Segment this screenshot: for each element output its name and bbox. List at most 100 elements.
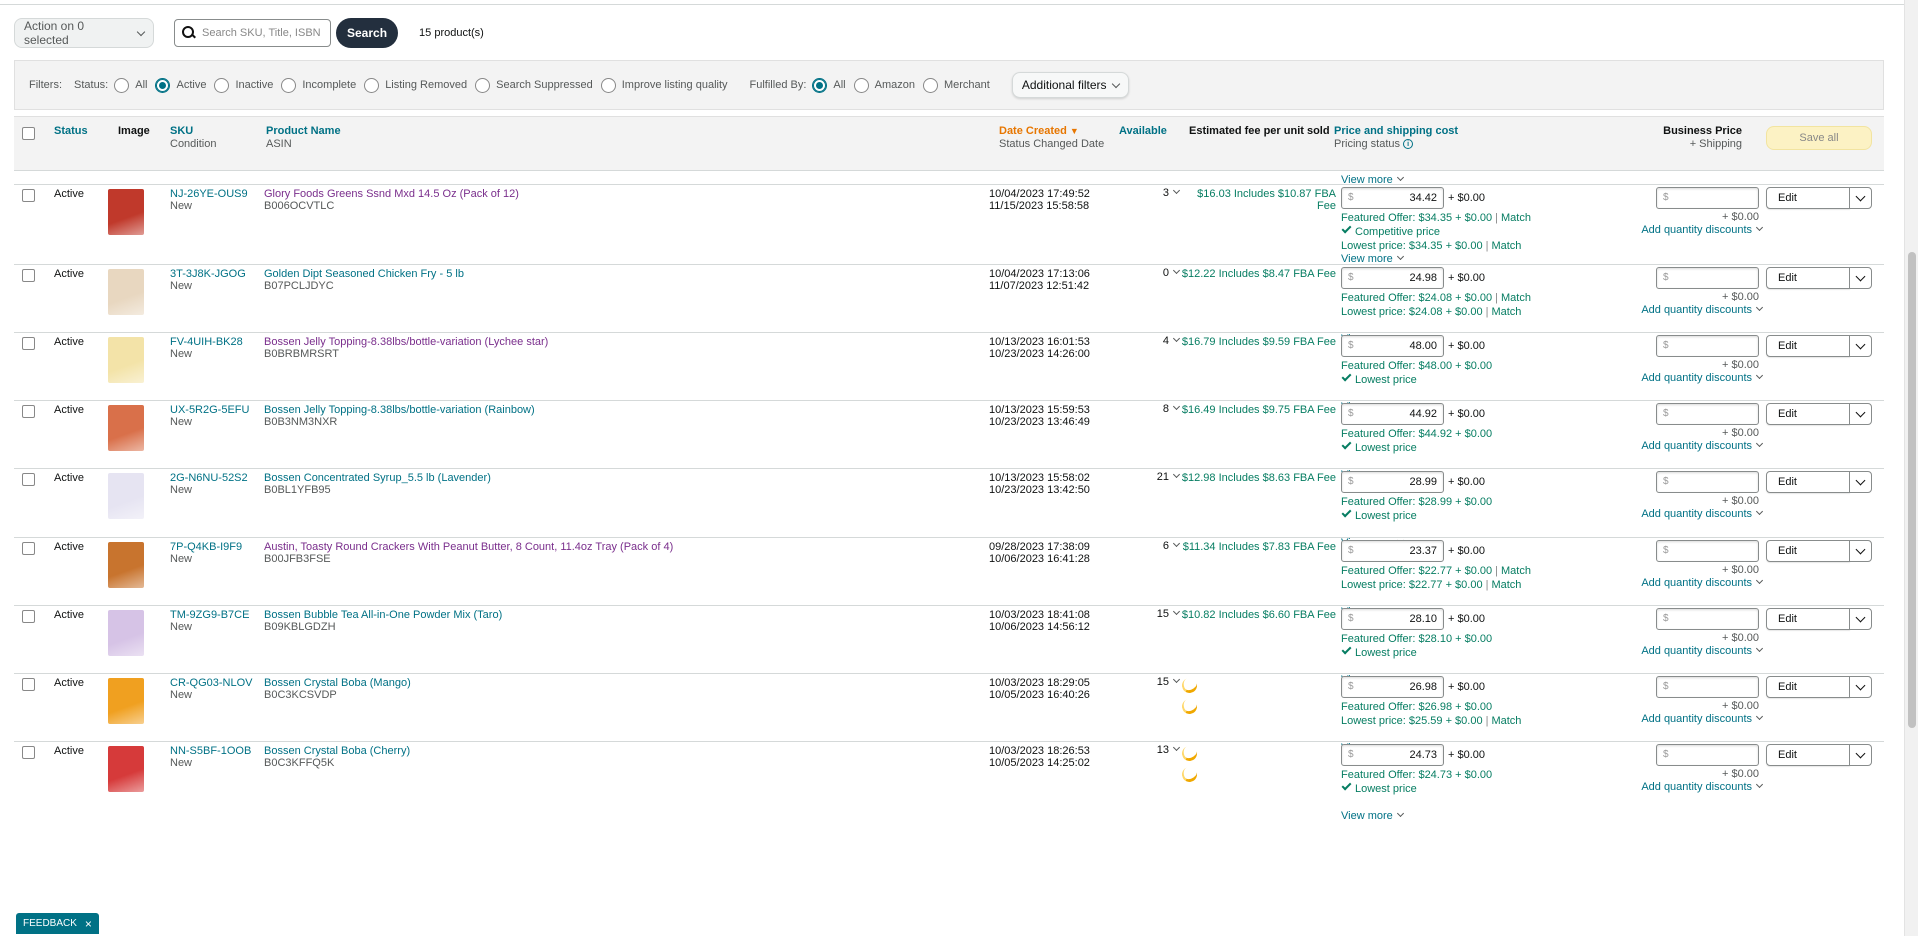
- additional-filters-button[interactable]: Additional filters: [1011, 72, 1129, 98]
- business-price-input[interactable]: $: [1656, 187, 1759, 209]
- edit-dropdown-button[interactable]: [1849, 335, 1872, 357]
- add-quantity-discounts-link[interactable]: Add quantity discounts: [1614, 644, 1764, 657]
- match-featured-link[interactable]: Match: [1501, 565, 1531, 577]
- product-name-link[interactable]: Bossen Jelly Topping-8.38lbs/bottle-vari…: [264, 404, 984, 416]
- edit-button[interactable]: Edit: [1766, 540, 1850, 562]
- status-radio-search-suppressed[interactable]: Search Suppressed: [475, 77, 593, 93]
- fulfilled-radio-amazon[interactable]: Amazon: [853, 77, 915, 93]
- sku-link[interactable]: NN-S5BF-1OOB: [170, 745, 251, 757]
- row-checkbox[interactable]: [22, 746, 35, 759]
- close-icon[interactable]: ×: [85, 917, 92, 931]
- col-product-name[interactable]: Product Name: [266, 125, 341, 138]
- edit-button[interactable]: Edit: [1766, 335, 1850, 357]
- product-name-link[interactable]: Bossen Crystal Boba (Cherry): [264, 745, 984, 757]
- product-name-link[interactable]: Bossen Crystal Boba (Mango): [264, 677, 984, 689]
- business-price-input[interactable]: $: [1656, 676, 1759, 698]
- feedback-tab[interactable]: FEEDBACK ×: [16, 913, 99, 934]
- save-all-button[interactable]: Save all: [1766, 126, 1872, 150]
- view-more-link[interactable]: View more: [1341, 809, 1404, 822]
- price-input[interactable]: $28.10: [1341, 608, 1444, 630]
- available-quantity[interactable]: 6: [1139, 539, 1181, 552]
- col-available[interactable]: Available: [1119, 125, 1167, 137]
- business-price-input[interactable]: $: [1656, 471, 1759, 493]
- product-image[interactable]: [108, 405, 144, 451]
- bulk-action-select[interactable]: Action on 0 selected: [14, 18, 154, 48]
- sku-link[interactable]: 3T-3J8K-JGOG: [170, 268, 246, 280]
- product-name-link[interactable]: Bossen Bubble Tea All-in-One Powder Mix …: [264, 609, 984, 621]
- edit-dropdown-button[interactable]: [1849, 608, 1872, 630]
- info-icon[interactable]: i: [1403, 139, 1414, 150]
- status-radio-listing-removed[interactable]: Listing Removed: [364, 77, 467, 93]
- edit-button[interactable]: Edit: [1766, 187, 1850, 209]
- sku-link[interactable]: CR-QG03-NLOV: [170, 677, 253, 689]
- add-quantity-discounts-link[interactable]: Add quantity discounts: [1614, 576, 1764, 589]
- business-price-input[interactable]: $: [1656, 540, 1759, 562]
- edit-button[interactable]: Edit: [1766, 676, 1850, 698]
- available-quantity[interactable]: 8: [1139, 402, 1181, 415]
- match-featured-link[interactable]: Match: [1501, 212, 1531, 224]
- edit-dropdown-button[interactable]: [1849, 403, 1872, 425]
- business-price-input[interactable]: $: [1656, 267, 1759, 289]
- add-quantity-discounts-link[interactable]: Add quantity discounts: [1614, 371, 1764, 384]
- add-quantity-discounts-link[interactable]: Add quantity discounts: [1614, 507, 1764, 520]
- sku-link[interactable]: NJ-26YE-OUS9: [170, 188, 248, 200]
- price-input[interactable]: $24.73: [1341, 744, 1444, 766]
- edit-dropdown-button[interactable]: [1849, 187, 1872, 209]
- row-checkbox[interactable]: [22, 269, 35, 282]
- edit-button[interactable]: Edit: [1766, 744, 1850, 766]
- product-name-link[interactable]: Bossen Concentrated Syrup_5.5 lb (Lavend…: [264, 472, 984, 484]
- row-checkbox[interactable]: [22, 678, 35, 691]
- col-status[interactable]: Status: [54, 125, 88, 137]
- product-image[interactable]: [108, 337, 144, 383]
- price-input[interactable]: $34.42: [1341, 187, 1444, 209]
- match-lowest-link[interactable]: Match: [1491, 579, 1521, 591]
- business-price-input[interactable]: $: [1656, 608, 1759, 630]
- scrollbar-thumb[interactable]: [1908, 252, 1916, 728]
- match-lowest-link[interactable]: Match: [1491, 306, 1521, 318]
- sku-link[interactable]: 2G-N6NU-52S2: [170, 472, 248, 484]
- fulfilled-radio-all[interactable]: All: [812, 77, 846, 93]
- fulfilled-radio-merchant[interactable]: Merchant: [922, 77, 990, 93]
- edit-button[interactable]: Edit: [1766, 608, 1850, 630]
- business-price-input[interactable]: $: [1656, 744, 1759, 766]
- available-quantity[interactable]: 21: [1139, 470, 1181, 483]
- match-featured-link[interactable]: Match: [1501, 292, 1531, 304]
- product-image[interactable]: [108, 678, 144, 724]
- status-radio-inactive[interactable]: Inactive: [214, 77, 273, 93]
- col-sku[interactable]: SKU: [170, 125, 216, 138]
- product-image[interactable]: [108, 610, 144, 656]
- available-quantity[interactable]: 0: [1139, 266, 1181, 279]
- product-image[interactable]: [108, 473, 144, 519]
- edit-dropdown-button[interactable]: [1849, 267, 1872, 289]
- sku-link[interactable]: 7P-Q4KB-I9F9: [170, 541, 242, 553]
- status-radio-active[interactable]: Active: [155, 77, 206, 93]
- product-name-link[interactable]: Bossen Jelly Topping-8.38lbs/bottle-vari…: [264, 336, 984, 348]
- edit-button[interactable]: Edit: [1766, 471, 1850, 493]
- available-quantity[interactable]: 3: [1139, 186, 1181, 199]
- product-name-link[interactable]: Austin, Toasty Round Crackers With Peanu…: [264, 541, 984, 553]
- available-quantity[interactable]: 4: [1139, 334, 1181, 347]
- product-image[interactable]: [108, 189, 144, 235]
- col-date-created[interactable]: Date Created: [999, 125, 1067, 137]
- search-input[interactable]: Search SKU, Title, ISBN: [174, 19, 331, 47]
- product-image[interactable]: [108, 542, 144, 588]
- available-quantity[interactable]: 15: [1139, 607, 1181, 620]
- sku-link[interactable]: UX-5R2G-5EFU: [170, 404, 249, 416]
- price-input[interactable]: $28.99: [1341, 471, 1444, 493]
- business-price-input[interactable]: $: [1656, 335, 1759, 357]
- add-quantity-discounts-link[interactable]: Add quantity discounts: [1614, 780, 1764, 793]
- vertical-scrollbar[interactable]: [1904, 0, 1918, 936]
- price-input[interactable]: $23.37: [1341, 540, 1444, 562]
- edit-button[interactable]: Edit: [1766, 403, 1850, 425]
- edit-dropdown-button[interactable]: [1849, 540, 1872, 562]
- row-checkbox[interactable]: [22, 337, 35, 350]
- edit-dropdown-button[interactable]: [1849, 676, 1872, 698]
- available-quantity[interactable]: 13: [1139, 743, 1181, 756]
- status-radio-all[interactable]: All: [114, 77, 147, 93]
- status-radio-improve-listing-quality[interactable]: Improve listing quality: [600, 77, 728, 93]
- add-quantity-discounts-link[interactable]: Add quantity discounts: [1614, 712, 1764, 725]
- row-checkbox[interactable]: [22, 405, 35, 418]
- add-quantity-discounts-link[interactable]: Add quantity discounts: [1614, 223, 1764, 236]
- product-name-link[interactable]: Glory Foods Greens Ssnd Mxd 14.5 Oz (Pac…: [264, 188, 984, 200]
- add-quantity-discounts-link[interactable]: Add quantity discounts: [1614, 439, 1764, 452]
